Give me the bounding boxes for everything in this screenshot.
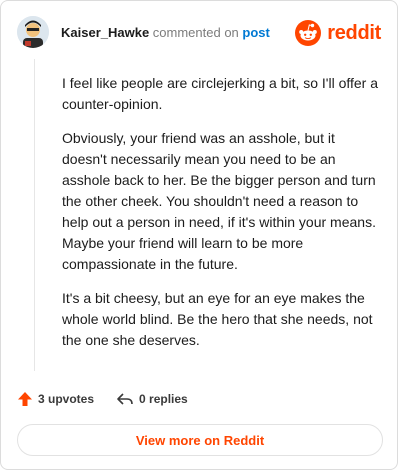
upvote-count: 3 upvotes bbox=[38, 392, 95, 406]
reddit-brand[interactable]: reddit bbox=[295, 18, 381, 48]
comment-paragraph: It's a bit cheesy, but an eye for an eye… bbox=[62, 290, 373, 348]
view-more-button[interactable]: View more on Reddit bbox=[17, 424, 383, 456]
reply-stat[interactable]: 0 replies bbox=[116, 391, 188, 407]
upvote-stat[interactable]: 3 upvotes bbox=[17, 391, 94, 407]
comment-embed-card: Kaiser_Hawke commented on post reddit I … bbox=[0, 0, 398, 470]
avatar-image bbox=[17, 16, 49, 48]
reply-count: 0 replies bbox=[139, 392, 188, 406]
post-link[interactable]: post bbox=[242, 25, 269, 40]
comment-paragraph: Obviously, your friend was an asshole, b… bbox=[62, 130, 376, 272]
thread-line bbox=[34, 59, 35, 371]
brand-wordmark: reddit bbox=[327, 21, 381, 44]
comment-paragraph: I feel like people are circlejerking a b… bbox=[62, 75, 379, 112]
byline-action: commented on bbox=[152, 25, 239, 40]
comment-header: Kaiser_Hawke commented on post reddit bbox=[17, 16, 381, 52]
comment-footer: 3 upvotes 0 replies bbox=[17, 388, 188, 410]
byline: Kaiser_Hawke commented on post bbox=[61, 25, 270, 41]
avatar[interactable] bbox=[17, 16, 49, 48]
author-name[interactable]: Kaiser_Hawke bbox=[61, 25, 149, 40]
upvote-arrow-icon bbox=[18, 392, 32, 406]
comment-body: I feel like people are circlejerking a b… bbox=[62, 73, 382, 364]
reddit-logo-icon bbox=[295, 20, 322, 46]
reply-arrow-icon bbox=[117, 393, 133, 405]
